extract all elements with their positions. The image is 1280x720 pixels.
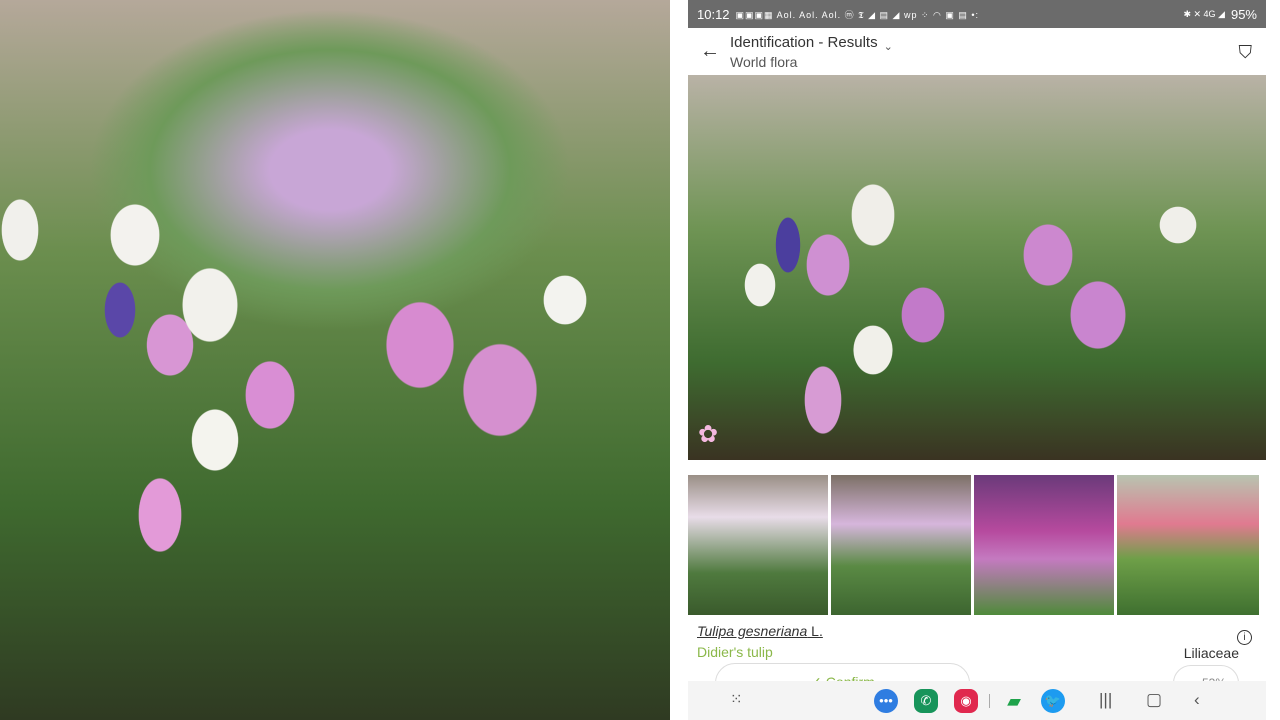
status-bar: 10:12 ▣▣▣▦ Aol. Aol. Aol. ⓜ 𝕿 ◢ ▤ ◢ wp ⁘… (688, 0, 1266, 28)
navigation-dock: ⁙ ••• ✆ ◉ ▰ 🐦 ||| ▢ ‹ (688, 681, 1266, 720)
back-arrow-icon[interactable]: ← (700, 40, 730, 63)
home-icon[interactable]: ▢ (1146, 690, 1162, 710)
page-title: Identification - Results (730, 33, 878, 51)
app-header: ← Identification - Results World flora ⌄… (688, 28, 1266, 75)
flora-selector[interactable]: World flora (730, 54, 878, 70)
reference-thumbnail[interactable] (974, 475, 1114, 615)
notification-icons: ▣▣▣▦ Aol. Aol. Aol. ⓜ 𝕿 ◢ ▤ ◢ wp ⁘ ◠ ▣ ▤… (735, 9, 980, 20)
chevron-down-icon[interactable]: ⌄ (884, 40, 893, 53)
reference-thumbnail[interactable] (831, 475, 971, 615)
filter-icon[interactable]: ⛉ (1239, 42, 1253, 63)
flower-organ-icon[interactable]: ✿ (698, 420, 718, 449)
chat-app-icon[interactable]: ▰ (1002, 689, 1026, 713)
messages-app-icon[interactable]: ••• (874, 689, 898, 713)
family-name: Liliaceae (1183, 645, 1239, 661)
scientific-name-link[interactable]: Tulipa gesneriana L. (697, 623, 823, 639)
status-time: 10:12 (697, 6, 730, 22)
twitter-app-icon[interactable]: 🐦 (1041, 689, 1065, 713)
reference-thumbnail[interactable] (1117, 475, 1259, 615)
recents-icon[interactable]: ||| (1099, 690, 1112, 710)
battery-level: 95% (1230, 6, 1257, 22)
query-photo[interactable]: ✿ (688, 75, 1266, 460)
camera-app-icon[interactable]: ◉ (954, 689, 978, 713)
app-drawer-icon[interactable]: ⁙ (730, 690, 743, 708)
connectivity-icons: ✱ ✕ 4G ◢ (1183, 8, 1225, 19)
phone-screen: 10:12 ▣▣▣▦ Aol. Aol. Aol. ⓜ 𝕿 ◢ ▤ ◢ wp ⁘… (688, 0, 1266, 720)
captured-photo (0, 0, 670, 720)
info-icon[interactable]: i (1237, 630, 1252, 645)
phone-app-icon[interactable]: ✆ (914, 689, 938, 713)
back-nav-icon[interactable]: ‹ (1194, 690, 1200, 710)
reference-thumbnail[interactable] (688, 475, 828, 615)
common-name: Didier's tulip (697, 644, 773, 660)
reference-images (688, 475, 1259, 615)
